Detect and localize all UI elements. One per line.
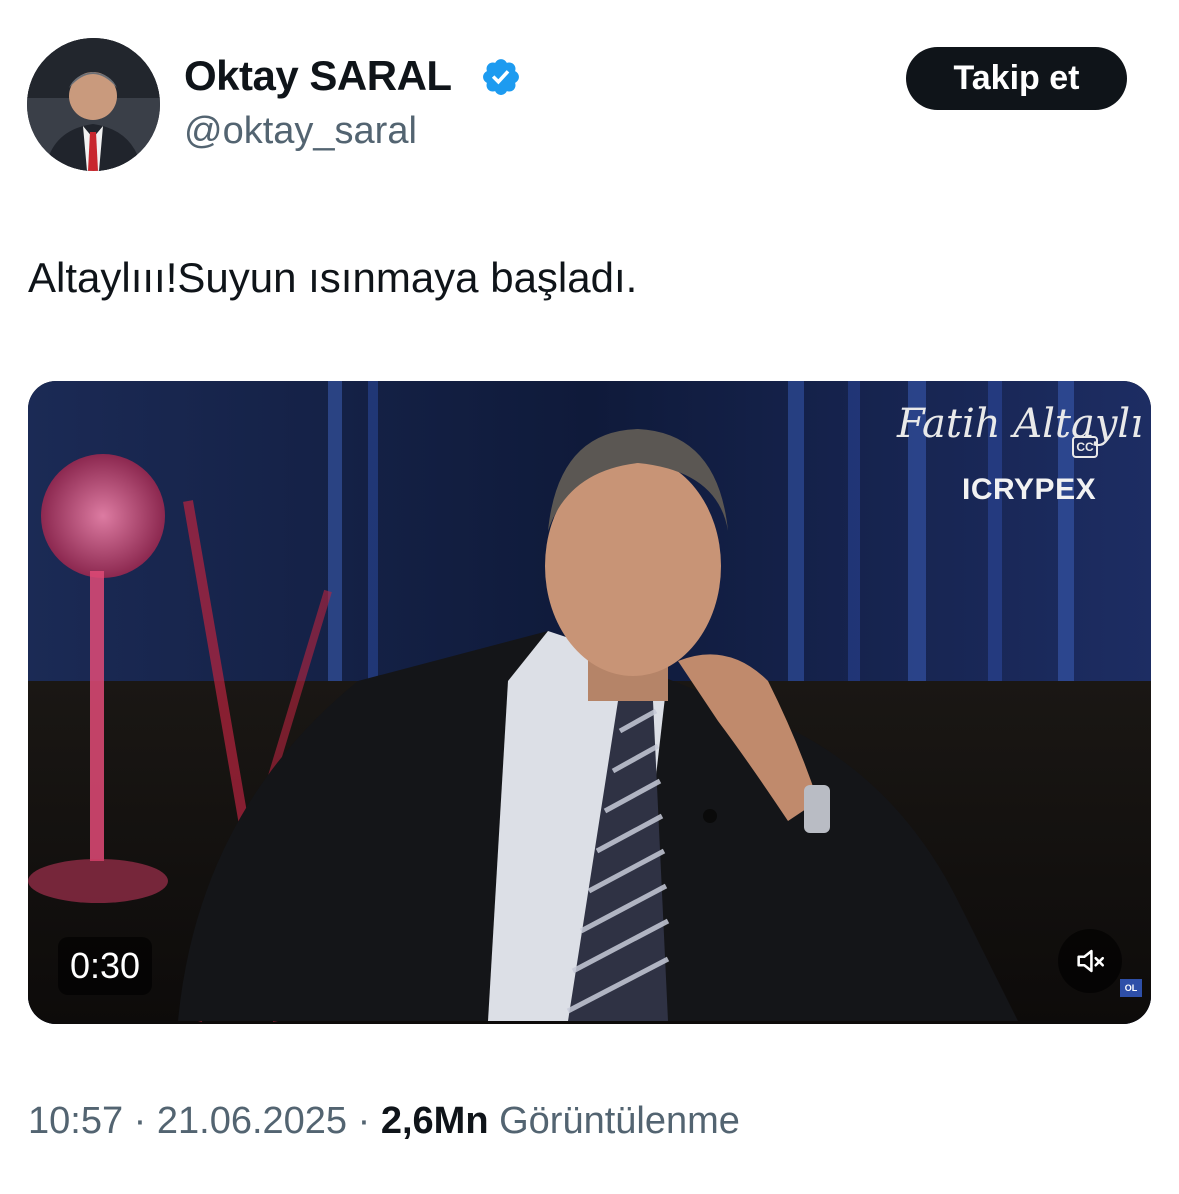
video-duration-badge: 0:30 (58, 937, 153, 995)
follow-button[interactable]: Takip et (906, 47, 1127, 110)
video-player[interactable]: Fatih Altaylı CC ICRYPEX 0:30 OL (28, 381, 1151, 1024)
sponsor-logo: ICRYPEX (962, 473, 1097, 506)
closed-captions-icon[interactable]: CC (1072, 436, 1098, 458)
meta-separator: · (123, 1100, 157, 1142)
channel-corner-logo: OL (1120, 979, 1142, 997)
video-watermark-name: Fatih Altaylı (896, 401, 1143, 447)
author-handle[interactable]: @oktay_saral (184, 110, 417, 153)
tweet-meta: 10:57 · 21.06.2025 · 2,6Mn Görüntülenme (28, 1100, 740, 1143)
verified-badge-icon[interactable] (480, 56, 522, 98)
author-avatar[interactable] (27, 38, 160, 171)
mute-toggle-button[interactable] (1058, 929, 1122, 993)
speaker-muted-icon (1077, 949, 1105, 973)
author-display-name[interactable]: Oktay SARAL (184, 52, 452, 100)
views-count: 2,6Mn (380, 1100, 489, 1142)
tweet-text: Altaylııı!Suyun ısınmaya başladı. (28, 254, 638, 301)
tweet-time[interactable]: 10:57 (28, 1100, 123, 1142)
views-label: Görüntülenme (499, 1100, 740, 1142)
meta-separator: · (347, 1100, 381, 1142)
tweet-date[interactable]: 21.06.2025 (157, 1100, 347, 1142)
avatar-image (27, 38, 160, 171)
